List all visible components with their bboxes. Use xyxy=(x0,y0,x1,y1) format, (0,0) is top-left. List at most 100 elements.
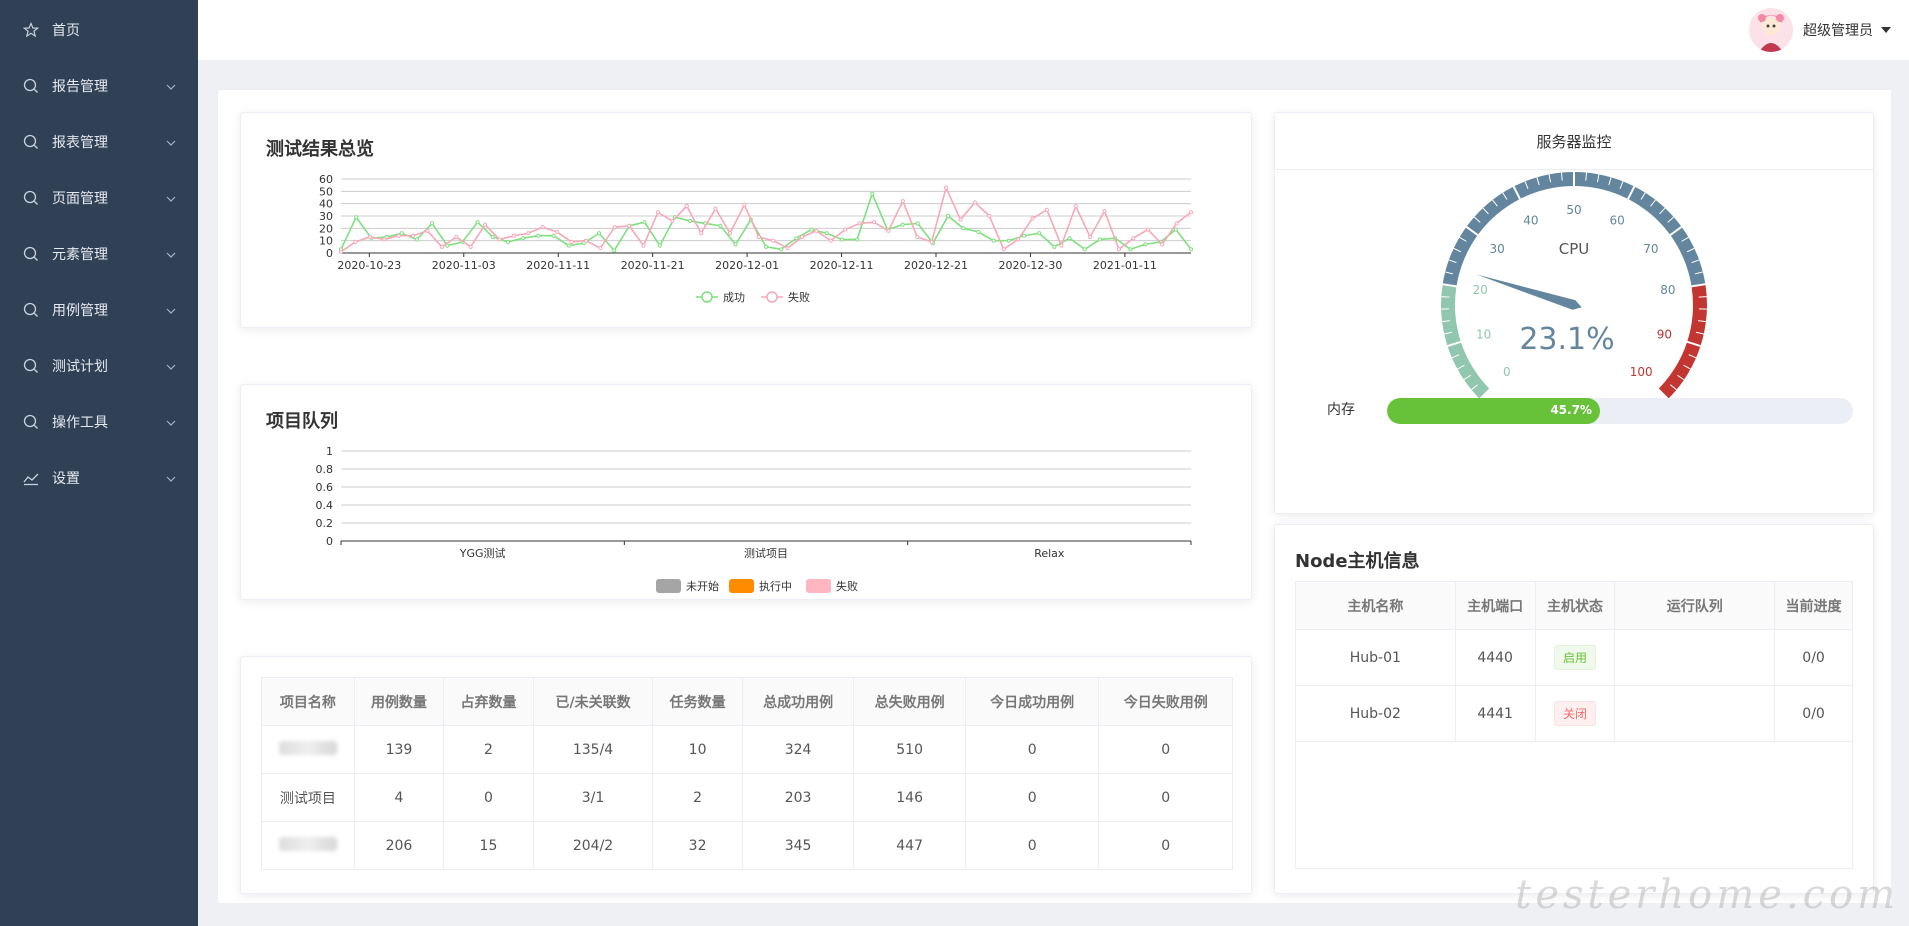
data-point xyxy=(1097,237,1103,242)
data-point xyxy=(429,221,435,226)
x-tick-label: Relax xyxy=(1034,547,1065,560)
data-point xyxy=(382,237,387,242)
data-point xyxy=(929,239,934,244)
data-point xyxy=(871,220,877,225)
data-point xyxy=(367,234,372,240)
data-point xyxy=(551,233,556,238)
host-name-cell: Hub-01 xyxy=(1295,629,1456,686)
data-point xyxy=(718,223,723,228)
data-point xyxy=(540,225,545,230)
memory-progress-fill: 45.7% xyxy=(1387,398,1600,424)
gauge-tick-label: 50 xyxy=(1566,203,1581,217)
data-point xyxy=(583,238,589,243)
user-avatar xyxy=(1749,8,1793,52)
data-point xyxy=(490,234,495,240)
sidebar-item[interactable]: 操作工具 xyxy=(0,394,198,450)
results-line-chart: 0102030405060 2020-10-23 2020-11-03 2020-11… xyxy=(319,173,1194,304)
server-monitor-card: 服务器监控 0 10 20 30 40 50 60 70 80 90 100 CPU 23.1% 内存 … xyxy=(1274,112,1874,514)
user-menu[interactable]: 超级管理员 xyxy=(1749,8,1891,52)
sidebar-item[interactable]: 测试计划 xyxy=(0,338,198,394)
data-point xyxy=(1030,216,1035,221)
table-row: 139 2 135/4 10 324 510 0 0 xyxy=(261,725,1233,774)
table-row: Hub-01 4440 启用 0/0 xyxy=(1295,629,1853,686)
x-tick-label: 2020-12-30 xyxy=(998,259,1062,272)
gauge-tick-label: 0 xyxy=(1503,365,1511,379)
chevron-down-icon xyxy=(166,136,176,146)
data-point xyxy=(1088,234,1093,240)
chevron-down-icon xyxy=(166,360,176,370)
data-point xyxy=(1082,247,1087,252)
x-tick-label: 2020-10-23 xyxy=(337,259,401,272)
data-point xyxy=(1021,233,1027,238)
table-cell: 2 xyxy=(652,773,743,822)
y-tick-label: 40 xyxy=(319,198,333,211)
sidebar-item[interactable]: 设置 xyxy=(0,450,198,506)
sidebar-item-label: 操作工具 xyxy=(52,415,108,431)
gauge-tick-label: 20 xyxy=(1473,283,1488,297)
gauge-tick xyxy=(1698,296,1707,298)
gauge-pointer xyxy=(1476,274,1582,310)
data-point xyxy=(414,237,419,242)
data-point xyxy=(497,237,502,242)
node-info-title: Node主机信息 xyxy=(1295,551,1420,572)
table-cell: 345 xyxy=(741,821,855,870)
sidebar-item-label: 报告管理 xyxy=(52,79,108,95)
gauge-tick-label: 100 xyxy=(1630,365,1653,379)
sidebar-item-label: 报表管理 xyxy=(52,135,108,151)
data-point xyxy=(396,233,401,238)
legend-item[interactable]: 成功 xyxy=(696,291,745,304)
node-table-header-row: 主机名称 主机端口 主机状态 运行队列 当前进度 xyxy=(1295,581,1853,630)
y-tick-label: 0.2 xyxy=(316,517,334,530)
search-icon xyxy=(22,357,40,375)
table-cell: 510 xyxy=(853,725,966,774)
column-header: 总成功用例 xyxy=(741,677,855,726)
data-point xyxy=(641,243,646,248)
table-cell: 10 xyxy=(652,725,743,774)
legend-item[interactable]: 失败 xyxy=(761,290,810,304)
data-point xyxy=(727,231,733,236)
data-point xyxy=(1073,204,1078,209)
sidebar-item[interactable]: 元素管理 xyxy=(0,226,198,282)
sidebar-item[interactable]: 首页 xyxy=(0,2,198,58)
data-point xyxy=(1131,236,1136,241)
search-icon xyxy=(22,413,40,431)
column-header: 用例数量 xyxy=(353,677,445,726)
data-point xyxy=(338,249,344,254)
data-point xyxy=(1188,210,1194,215)
data-point xyxy=(785,245,790,251)
x-tick-label: 2020-12-01 xyxy=(715,259,779,272)
data-point xyxy=(1102,208,1107,214)
data-point xyxy=(482,222,488,227)
redacted-project-name xyxy=(278,740,337,755)
column-header: 占弃数量 xyxy=(443,677,534,726)
gauge-tick-label: 70 xyxy=(1643,242,1658,256)
sidebar-item[interactable]: 用例管理 xyxy=(0,282,198,338)
sidebar-item[interactable]: 报表管理 xyxy=(0,114,198,170)
column-header: 当前进度 xyxy=(1774,581,1853,630)
data-point xyxy=(828,238,833,243)
column-header: 任务数量 xyxy=(652,677,743,726)
table-cell: 206 xyxy=(353,821,445,870)
chevron-down-icon xyxy=(166,248,176,258)
legend-item[interactable]: 未开始 xyxy=(656,579,719,593)
data-point xyxy=(353,239,358,244)
results-card: 测试结果总览 0 10 20 30 40 50 60 2020-10-23 2020-11-03… xyxy=(240,112,1252,328)
data-point xyxy=(1145,227,1150,232)
x-tick-label: 2020-11-11 xyxy=(526,259,590,272)
gauge-tick-label: 80 xyxy=(1660,283,1675,297)
search-icon xyxy=(22,189,40,207)
data-point xyxy=(779,247,784,252)
table-cell: 0 xyxy=(1098,725,1233,774)
search-icon xyxy=(22,77,40,95)
node-table: 主机名称 主机端口 主机状态 运行队列 当前进度 Hub-01 4440 启用 0/0 Hub-… xyxy=(1295,581,1853,742)
table-cell: 0 xyxy=(964,821,1100,870)
sidebar-item[interactable]: 页面管理 xyxy=(0,170,198,226)
table-row: 206 15 204/2 32 345 447 0 0 xyxy=(261,821,1233,870)
data-point xyxy=(870,191,875,196)
chart-icon xyxy=(22,469,40,487)
sidebar-item[interactable]: 报告管理 xyxy=(0,58,198,114)
table-cell: 2 xyxy=(443,725,534,774)
status-badge: 关闭 xyxy=(1554,701,1597,726)
legend-item[interactable]: 执行中 xyxy=(729,579,792,593)
legend-item[interactable]: 失败 xyxy=(806,579,858,593)
